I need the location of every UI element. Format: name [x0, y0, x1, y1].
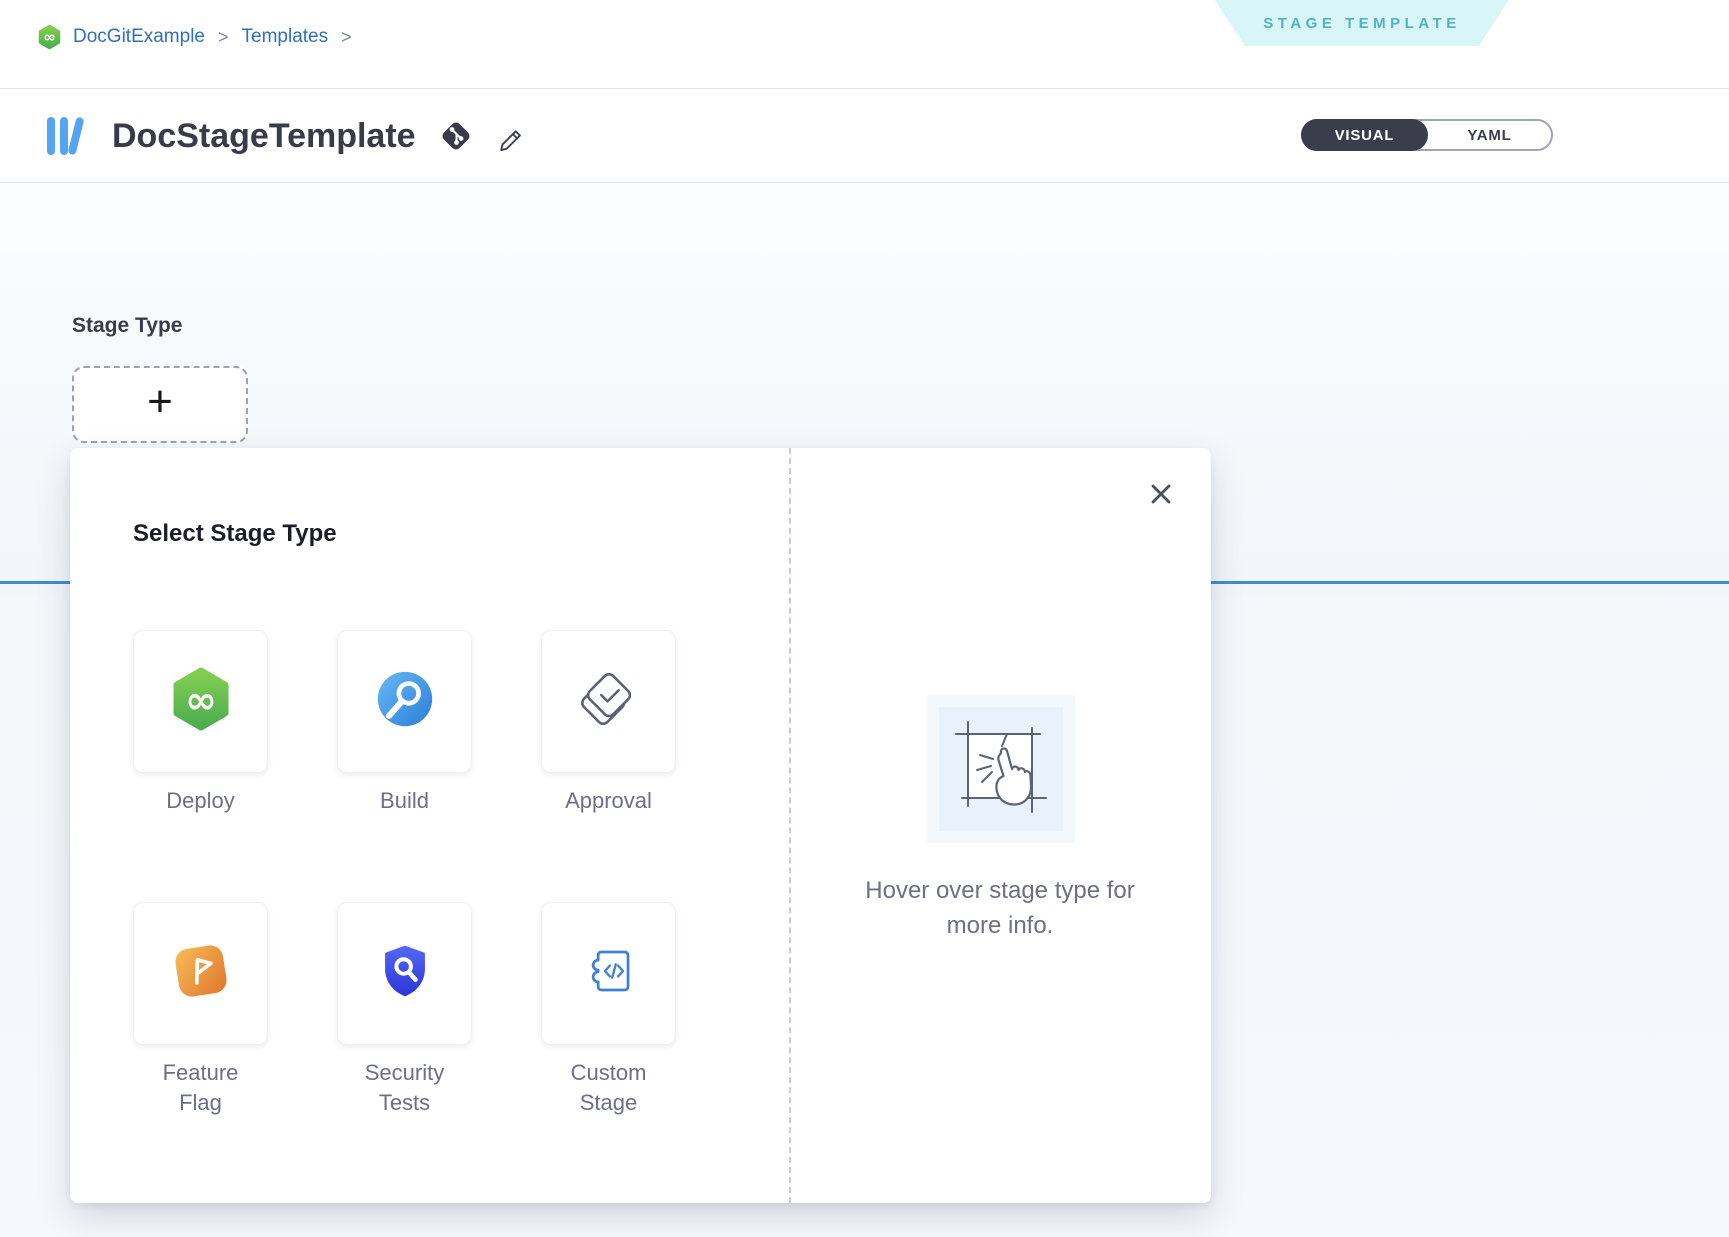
security-shield-magnifier-icon — [376, 942, 434, 1005]
svg-text:∞: ∞ — [43, 29, 55, 46]
stage-type-deploy[interactable]: ∞ — [133, 630, 268, 773]
title-bar: DocStageTemplate VISUAL YA — [0, 90, 1729, 183]
stage-type-build[interactable] — [337, 630, 472, 773]
template-library-bars-icon — [44, 113, 88, 159]
stage-type-security-tests[interactable] — [337, 902, 472, 1045]
breadcrumb-separator: > — [216, 27, 231, 48]
breadcrumb: ∞ DocGitExample > Templates > — [37, 24, 354, 50]
svg-text:∞: ∞ — [185, 678, 217, 722]
top-header: ∞ DocGitExample > Templates > STAGE TEMP… — [0, 0, 1729, 89]
stage-type-cell-deploy: ∞ Deploy — [133, 630, 268, 902]
hover-hint-text: Hover over stage type for more info. — [789, 873, 1211, 943]
stage-type-label-feature-flag: Feature Flag — [146, 1058, 256, 1118]
harness-ci-circle-magnifier-icon — [375, 669, 435, 734]
approval-check-diamonds-icon — [576, 668, 642, 735]
custom-stage-code-ticket-icon — [580, 942, 638, 1005]
stage-type-cell-approval: Approval — [541, 630, 676, 902]
stage-template-page: ∞ DocGitExample > Templates > STAGE TEMP… — [0, 0, 1729, 1237]
add-stage-button[interactable]: + — [72, 366, 248, 443]
click-hand-sketch-icon — [940, 706, 1062, 833]
toggle-visual[interactable]: VISUAL — [1301, 119, 1428, 151]
toggle-yaml[interactable]: YAML — [1428, 121, 1551, 149]
edit-pencil-icon[interactable] — [496, 121, 526, 151]
stage-type-label-security-tests: Security Tests — [350, 1058, 460, 1118]
git-sync-diamond-icon — [440, 120, 472, 152]
page-title: DocStageTemplate — [112, 117, 416, 156]
close-icon[interactable] — [1147, 480, 1175, 508]
stage-type-label-deploy: Deploy — [166, 786, 234, 816]
hover-hint-line1: Hover over stage type for — [789, 873, 1211, 908]
stage-type-label-build: Build — [380, 786, 429, 816]
stage-type-grid: ∞ Deploy — [133, 630, 676, 1174]
stage-type-cell-custom-stage: Custom Stage — [541, 902, 676, 1174]
popover-heading: Select Stage Type — [133, 520, 337, 548]
stage-type-approval[interactable] — [541, 630, 676, 773]
stage-type-label: Stage Type — [72, 314, 182, 338]
breadcrumb-separator: > — [339, 27, 354, 48]
hover-hint-illustration — [927, 695, 1075, 843]
hover-hint-line2: more info. — [789, 908, 1211, 943]
stage-type-cell-feature-flag: Feature Flag — [133, 902, 268, 1174]
breadcrumb-project-link[interactable]: DocGitExample — [73, 26, 205, 48]
harness-cd-hexagon-infinity-icon: ∞ — [169, 667, 233, 736]
select-stage-type-popover: Select Stage Type ∞ Deploy — [70, 448, 1211, 1203]
stage-type-label-custom-stage: Custom Stage — [554, 1058, 664, 1118]
stage-type-cell-build: Build — [337, 630, 472, 902]
view-mode-toggle: VISUAL YAML — [1301, 119, 1553, 151]
stage-type-feature-flag[interactable] — [133, 902, 268, 1045]
stage-type-label-approval: Approval — [565, 786, 652, 816]
title-row: DocStageTemplate — [44, 113, 526, 159]
feature-flag-icon — [169, 939, 233, 1008]
stage-type-cell-security-tests: Security Tests — [337, 902, 472, 1174]
harness-project-hexagon-icon: ∞ — [37, 24, 62, 50]
stage-template-badge: STAGE TEMPLATE — [1215, 0, 1509, 46]
stage-type-custom-stage[interactable] — [541, 902, 676, 1045]
popover-divider — [789, 448, 791, 1203]
breadcrumb-templates-link[interactable]: Templates — [242, 26, 329, 48]
hover-hint-illustration-inner — [939, 707, 1063, 831]
